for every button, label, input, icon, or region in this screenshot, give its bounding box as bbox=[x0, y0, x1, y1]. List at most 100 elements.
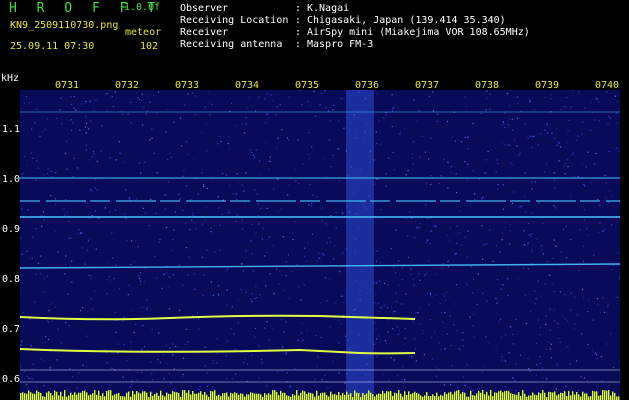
noise-dot bbox=[155, 277, 158, 279]
noise-dot bbox=[204, 106, 206, 108]
noise-dot bbox=[127, 113, 129, 115]
noise-dot bbox=[264, 98, 266, 100]
noise-dot bbox=[338, 372, 340, 374]
noise-dot bbox=[456, 242, 458, 244]
info-value: Chigasaki, Japan (139.414 35.340) bbox=[307, 15, 506, 26]
noise-dot bbox=[410, 273, 412, 275]
noise-dot bbox=[210, 281, 212, 283]
noise-dot bbox=[127, 294, 129, 296]
noise-dot bbox=[241, 184, 243, 186]
signal-bar bbox=[614, 392, 616, 400]
signal-bar bbox=[194, 393, 196, 400]
noise-dot bbox=[166, 226, 168, 229]
noise-dot bbox=[76, 233, 78, 235]
signal-bar bbox=[372, 394, 374, 400]
noise-dot bbox=[172, 239, 174, 241]
signal-bar bbox=[288, 395, 290, 400]
info-row-antenna: Receiving antenna: Maspro FM-3 bbox=[180, 39, 373, 50]
noise-dot bbox=[76, 387, 78, 389]
noise-dot bbox=[412, 278, 414, 280]
noise-dot bbox=[288, 297, 290, 299]
noise-dot bbox=[512, 343, 515, 345]
noise-dot bbox=[481, 371, 483, 373]
noise-dot bbox=[204, 219, 206, 221]
noise-dot bbox=[426, 241, 428, 243]
signal-bar bbox=[46, 392, 48, 400]
signal-bar bbox=[454, 391, 456, 400]
noise-dot bbox=[32, 236, 34, 238]
noise-dot bbox=[76, 167, 79, 169]
noise-dot bbox=[163, 378, 165, 380]
noise-dot bbox=[31, 378, 33, 380]
signal-bar bbox=[488, 395, 490, 400]
noise-dot bbox=[144, 346, 146, 348]
noise-dot bbox=[167, 108, 169, 110]
noise-dot bbox=[34, 301, 36, 303]
noise-dot bbox=[23, 102, 25, 104]
noise-dot bbox=[611, 224, 613, 226]
noise-dot bbox=[376, 142, 378, 145]
noise-dot bbox=[99, 178, 101, 180]
noise-dot bbox=[89, 188, 91, 190]
signal-bar bbox=[136, 391, 138, 400]
noise-dot bbox=[48, 338, 50, 341]
noise-dot bbox=[191, 92, 193, 94]
signal-bar bbox=[182, 390, 184, 400]
noise-dot bbox=[231, 378, 233, 380]
signal-bar bbox=[202, 394, 204, 400]
noise-dot bbox=[497, 163, 499, 165]
noise-dot bbox=[94, 290, 96, 292]
noise-dot bbox=[517, 277, 519, 279]
noise-dot bbox=[91, 215, 93, 217]
noise-dot bbox=[216, 352, 218, 354]
noise-dot bbox=[605, 182, 607, 184]
noise-dot bbox=[109, 157, 111, 159]
noise-dot bbox=[402, 366, 404, 368]
noise-dot bbox=[207, 385, 209, 387]
noise-dot bbox=[128, 198, 130, 200]
noise-dot bbox=[212, 359, 214, 361]
noise-dot bbox=[559, 291, 562, 293]
noise-dot bbox=[376, 280, 378, 282]
noise-dot bbox=[612, 264, 614, 267]
noise-dot bbox=[404, 327, 406, 329]
noise-dot bbox=[211, 103, 213, 106]
noise-dot bbox=[542, 253, 544, 255]
noise-dot bbox=[486, 97, 488, 99]
noise-dot bbox=[584, 185, 586, 187]
noise-dot bbox=[70, 119, 72, 121]
noise-dot bbox=[28, 102, 30, 104]
noise-dot bbox=[616, 296, 618, 298]
noise-dot bbox=[401, 378, 403, 381]
noise-dot bbox=[35, 179, 37, 181]
signal-bar bbox=[88, 395, 90, 400]
signal-bar bbox=[34, 393, 36, 400]
signal-bar bbox=[126, 392, 128, 400]
noise-dot bbox=[260, 173, 262, 175]
signal-bar bbox=[248, 394, 250, 400]
signal-bar bbox=[506, 390, 508, 400]
noise-dot bbox=[144, 212, 146, 214]
info-key: Receiving Location bbox=[180, 15, 289, 26]
noise-dot bbox=[343, 98, 345, 100]
noise-dot bbox=[113, 239, 115, 241]
noise-dot bbox=[553, 137, 555, 140]
noise-dot bbox=[266, 321, 268, 323]
noise-dot bbox=[118, 288, 120, 290]
noise-dot bbox=[522, 244, 524, 246]
signal-bar bbox=[518, 392, 520, 400]
noise-dot bbox=[498, 320, 500, 322]
signal-bar bbox=[420, 395, 422, 400]
noise-dot bbox=[48, 321, 50, 323]
noise-dot bbox=[436, 113, 439, 115]
signal-bar bbox=[38, 391, 40, 400]
signal-bar bbox=[326, 395, 328, 400]
noise-dot bbox=[107, 279, 109, 281]
noise-dot bbox=[375, 131, 377, 133]
noise-dot bbox=[394, 310, 396, 313]
noise-dot bbox=[185, 141, 188, 143]
noise-dot bbox=[482, 292, 484, 294]
noise-dot bbox=[209, 114, 211, 116]
noise-dot bbox=[236, 198, 238, 200]
noise-dot bbox=[393, 359, 395, 361]
